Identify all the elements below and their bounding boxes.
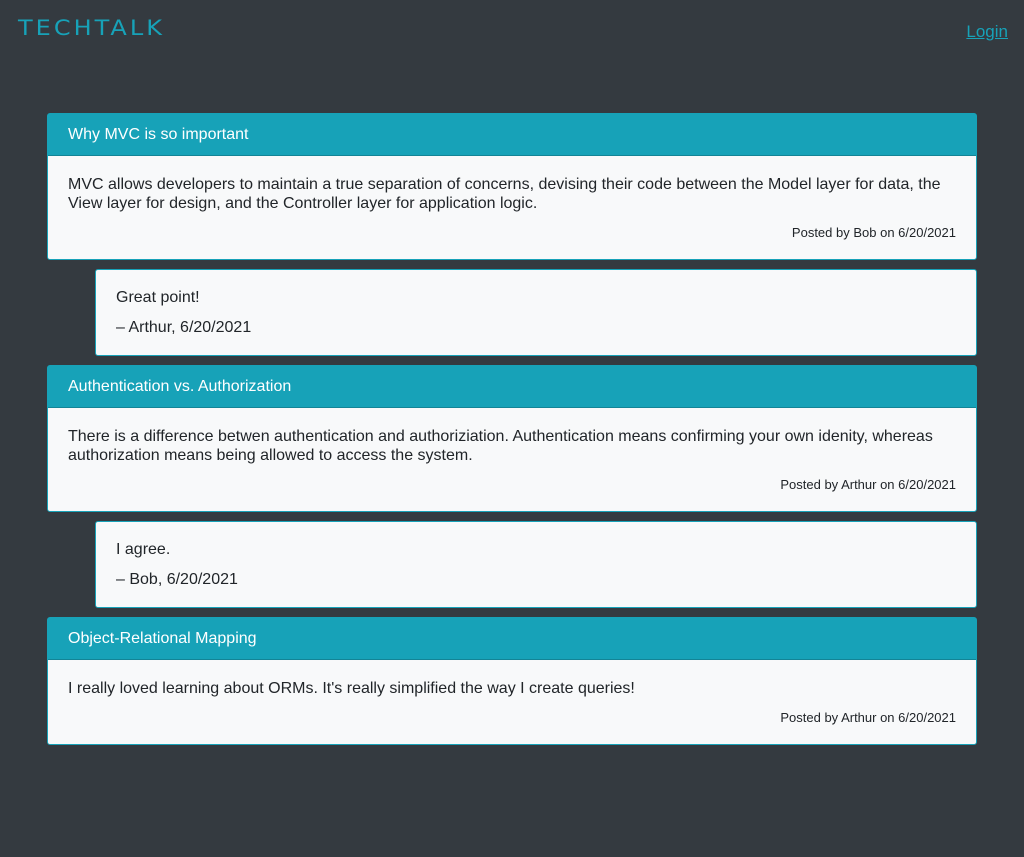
post-text: There is a difference betwen authenticat…: [68, 428, 933, 464]
comment-text: I agree.: [116, 541, 171, 558]
post-card: Why MVC is so important MVC allows devel…: [47, 113, 977, 260]
post-card: Object-Relational Mapping I really loved…: [47, 617, 977, 745]
post-text: MVC allows developers to maintain a true…: [68, 176, 941, 212]
post-title[interactable]: Why MVC is so important: [48, 114, 976, 156]
post-feed: Why MVC is so important MVC allows devel…: [47, 113, 977, 754]
comment-card: Great point! – Arthur, 6/20/2021: [95, 269, 977, 356]
comment-card: I agree. – Bob, 6/20/2021: [95, 521, 977, 608]
post-meta: Posted by Arthur on 6/20/2021: [780, 477, 956, 492]
site-logo[interactable]: TECHTALK: [18, 16, 165, 39]
post-title[interactable]: Object-Relational Mapping: [48, 618, 976, 660]
post-title[interactable]: Authentication vs. Authorization: [48, 366, 976, 408]
site-header: TECHTALK Login: [0, 0, 1024, 60]
post-meta: Posted by Arthur on 6/20/2021: [780, 710, 956, 725]
comment-meta: – Arthur, 6/20/2021: [116, 319, 252, 336]
login-link[interactable]: Login: [966, 22, 1008, 42]
post-body: I really loved learning about ORMs. It's…: [48, 660, 976, 744]
post-meta: Posted by Bob on 6/20/2021: [791, 225, 956, 240]
post-body: There is a difference betwen authenticat…: [48, 408, 976, 511]
post-text: I really loved learning about ORMs. It's…: [68, 680, 635, 697]
post-body: MVC allows developers to maintain a true…: [48, 156, 976, 259]
comment-meta: – Bob, 6/20/2021: [116, 571, 238, 588]
post-card: Authentication vs. Authorization There i…: [47, 365, 977, 512]
comment-text: Great point!: [116, 289, 200, 306]
